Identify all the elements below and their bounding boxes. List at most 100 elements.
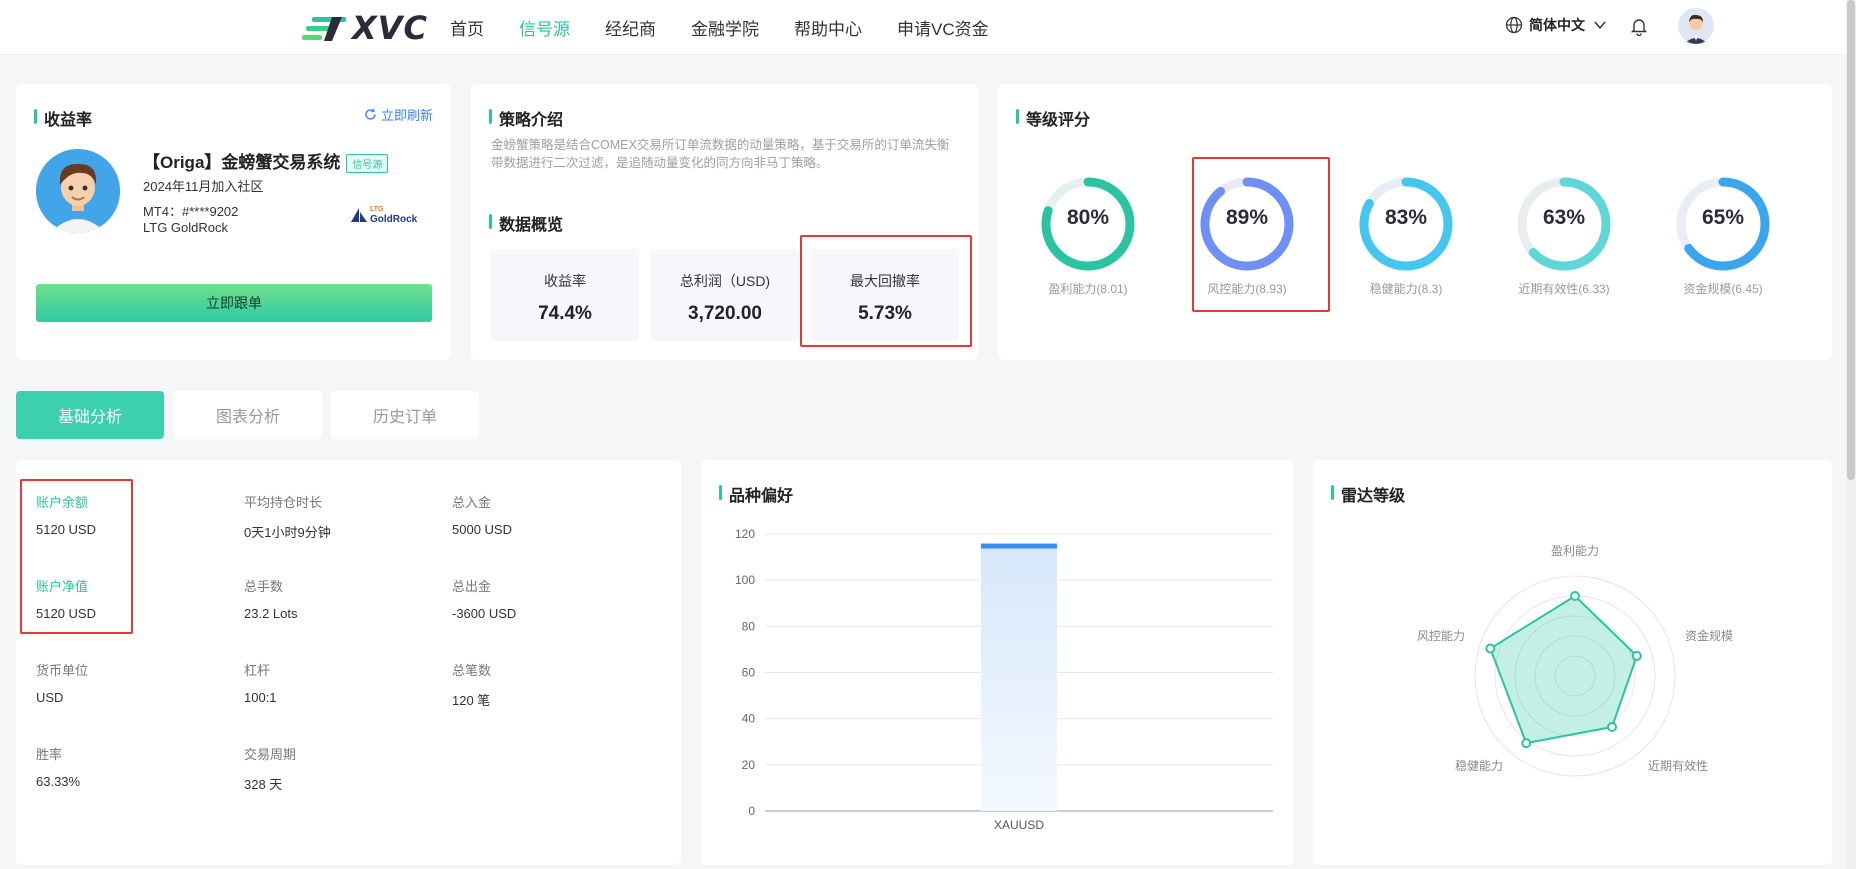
nav-item-4[interactable]: 帮助中心 bbox=[794, 15, 862, 40]
profile-card: 收益率 立即刷新 【Origa】金螃蟹交易系统 信号源 2024年11月加入社区 … bbox=[16, 84, 451, 360]
trader-name-text: 【Origa】金螃蟹交易系统 bbox=[143, 153, 341, 172]
account-value-1: 0天1小时9分钟 bbox=[244, 525, 331, 540]
tab-basic-analysis[interactable]: 基础分析 bbox=[16, 391, 164, 439]
trader-mt4-account: MT4：#****9202 bbox=[143, 204, 239, 219]
gauge-label-4: 资金规模(6.45) bbox=[1683, 282, 1763, 296]
account-label-2: 总入金 bbox=[452, 495, 492, 510]
bell-icon[interactable] bbox=[1630, 16, 1648, 41]
preference-bar-chart: 0 20 40 60 80 100 120 XAUUSD bbox=[735, 527, 1273, 832]
account-value-5: -3600 USD bbox=[452, 606, 517, 621]
nav-item-0[interactable]: 首页 bbox=[450, 15, 484, 40]
refresh-icon bbox=[365, 108, 376, 120]
broker-logo-icon bbox=[351, 208, 367, 222]
stat-profit: 总利润（USD) 3,720.00 bbox=[651, 249, 799, 341]
account-value-2: 5000 USD bbox=[452, 522, 512, 537]
y-tick-6: 120 bbox=[735, 527, 755, 541]
nav-item-2[interactable]: 经纪商 bbox=[605, 15, 656, 40]
account-label-10: 交易周期 bbox=[244, 747, 297, 762]
bar-0[interactable] bbox=[981, 545, 1057, 811]
overview-title: 数据概览 bbox=[489, 211, 563, 235]
logo[interactable]: XVC bbox=[302, 9, 428, 47]
gauge-label-0: 盈利能力(8.01) bbox=[1048, 282, 1128, 296]
radar-axis-label-3: 稳健能力 bbox=[1455, 758, 1503, 773]
y-tick-1: 20 bbox=[742, 758, 756, 772]
radar-card: 雷达等级 盈利能力 资金规模 近期有效性 稳健能力 风控能力 bbox=[1313, 460, 1832, 865]
stat-return-value: 74.4% bbox=[538, 303, 592, 324]
tab-chart-analysis[interactable]: 图表分析 bbox=[174, 391, 322, 439]
highlight-risk-gauge bbox=[1192, 157, 1330, 312]
gauge-value-3: 63% bbox=[1542, 206, 1586, 229]
broker-logo-bottom: GoldRock bbox=[370, 214, 418, 225]
tab-history-orders[interactable]: 历史订单 bbox=[331, 391, 479, 439]
gauge-4: 65% 资金规模(6.45) bbox=[1668, 174, 1778, 297]
stat-return: 收益率 74.4% bbox=[491, 249, 639, 341]
radar-point-1[interactable] bbox=[1631, 650, 1642, 661]
user-avatar[interactable] bbox=[1678, 8, 1714, 44]
radar-point-0[interactable] bbox=[1570, 591, 1580, 601]
account-label-5: 总出金 bbox=[452, 579, 492, 594]
top-header: XVC 首页 信号源 经纪商 金融学院 帮助中心 申请VC资金 简体中文 bbox=[0, 0, 1856, 55]
radar-point-2[interactable] bbox=[1607, 721, 1618, 732]
rating-card: 等级评分 80% 盈利能力(8.01) 89% 风控能力(8.93) 83% 稳健能力(8… bbox=[998, 84, 1832, 360]
y-tick-5: 100 bbox=[735, 573, 755, 587]
account-value-7: 100:1 bbox=[244, 690, 277, 705]
x-tick-0: XAUUSD bbox=[994, 818, 1044, 832]
language-selector[interactable]: 简体中文 bbox=[1505, 15, 1613, 35]
trader-name: 【Origa】金螃蟹交易系统 信号源 bbox=[143, 148, 389, 174]
radar-axis-label-2: 近期有效性 bbox=[1648, 758, 1708, 773]
y-tick-3: 60 bbox=[742, 666, 756, 680]
account-value-9: 63.33% bbox=[36, 774, 81, 789]
radar-axis-label-4: 风控能力 bbox=[1417, 629, 1465, 643]
radar-point-4[interactable] bbox=[1485, 643, 1496, 654]
trader-joined-date: 2024年11月加入社区 bbox=[143, 179, 264, 194]
nav-item-5[interactable]: 申请VC资金 bbox=[897, 15, 989, 40]
trader-avatar bbox=[36, 149, 120, 233]
radar-chart: 盈利能力资金规模近期有效性 稳健能力 风控能力 bbox=[1417, 544, 1733, 777]
stat-return-label: 收益率 bbox=[544, 273, 586, 289]
bar-top-0 bbox=[981, 543, 1057, 549]
account-value-6: USD bbox=[36, 690, 64, 705]
signal-badge: 信号源 bbox=[346, 154, 389, 174]
scrollbar-thumb[interactable] bbox=[1847, 0, 1855, 480]
radar-area bbox=[1489, 594, 1638, 745]
nav-item-1[interactable]: 信号源 bbox=[519, 15, 570, 40]
radar-axis-label-0: 盈利能力 bbox=[1551, 544, 1599, 558]
gauge-value-4: 65% bbox=[1701, 206, 1745, 229]
radar-axis-label-1: 资金规模 bbox=[1685, 628, 1733, 643]
gauge-3: 63% 近期有效性(6.33) bbox=[1509, 174, 1619, 297]
account-label-9: 胜率 bbox=[36, 747, 63, 762]
profile-card-title: 收益率 bbox=[34, 106, 92, 130]
account-label-4: 总手数 bbox=[244, 579, 284, 594]
y-tick-4: 80 bbox=[742, 619, 756, 633]
page-scrollbar[interactable] bbox=[1846, 0, 1856, 869]
language-label: 简体中文 bbox=[1529, 17, 1585, 33]
gauge-0: 80% 盈利能力(8.01) bbox=[1033, 174, 1143, 297]
main-nav: 首页 信号源 经纪商 金融学院 帮助中心 申请VC资金 bbox=[450, 0, 1024, 55]
account-label-8: 总笔数 bbox=[452, 663, 492, 678]
highlight-balance bbox=[20, 479, 133, 634]
logo-text: XVC bbox=[352, 9, 428, 47]
broker-logo: LTG GoldRock bbox=[351, 205, 417, 225]
gauge-2: 83% 稳健能力(8.3) bbox=[1351, 174, 1461, 297]
refresh-button[interactable]: 立即刷新 bbox=[364, 105, 433, 124]
gauge-value-0: 80% bbox=[1066, 206, 1110, 229]
globe-icon bbox=[1505, 16, 1523, 34]
stat-profit-value: 3,720.00 bbox=[688, 303, 762, 324]
stat-profit-label: 总利润（USD) bbox=[679, 273, 771, 289]
y-tick-2: 40 bbox=[742, 712, 756, 726]
gauge-label-2: 稳健能力(8.3) bbox=[1369, 282, 1443, 296]
radar-point-3[interactable] bbox=[1521, 738, 1532, 749]
strategy-card-title: 策略介绍 bbox=[489, 106, 563, 130]
y-tick-0: 0 bbox=[748, 804, 755, 818]
account-value-10: 328 天 bbox=[244, 777, 283, 792]
logo-icon bbox=[302, 13, 350, 43]
account-value-4: 23.2 Lots bbox=[244, 606, 298, 621]
nav-item-3[interactable]: 金融学院 bbox=[691, 15, 759, 40]
account-label-1: 平均持仓时长 bbox=[244, 495, 323, 510]
chevron-down-icon bbox=[1594, 21, 1606, 30]
account-value-8: 120 笔 bbox=[452, 693, 491, 708]
follow-button[interactable]: 立即跟单 bbox=[36, 284, 432, 322]
trader-broker: LTG GoldRock bbox=[143, 220, 229, 235]
gauge-value-2: 83% bbox=[1384, 206, 1428, 229]
preference-card: 品种偏好 0 20 40 60 80 100 120 XAUUSD bbox=[701, 460, 1293, 865]
